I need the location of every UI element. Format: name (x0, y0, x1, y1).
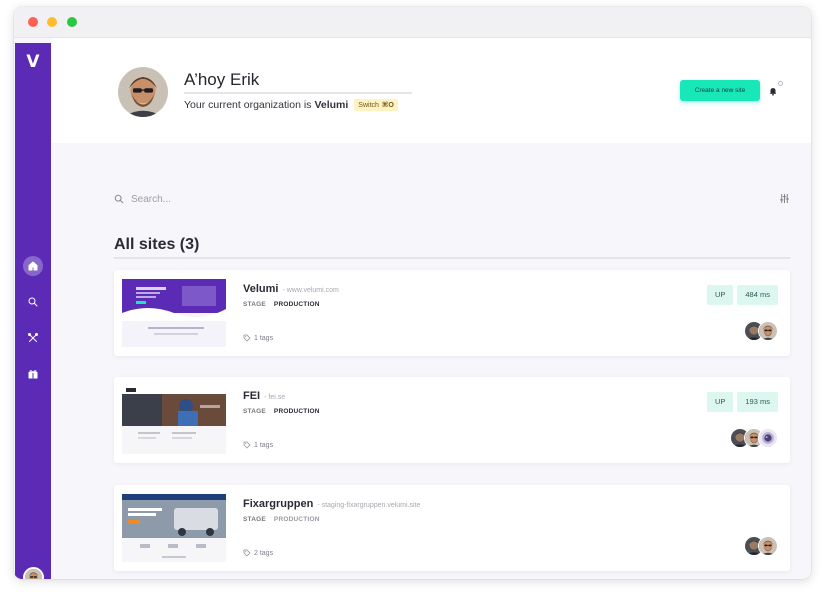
sidebar-item-tools[interactable] (23, 328, 43, 348)
status-badge: UP (706, 285, 734, 305)
site-card[interactable]: FEI - fei.se STAGE PRODUCTION 1 tags UP 19… (114, 377, 790, 463)
window-titlebar (14, 7, 811, 38)
tag-icon (243, 334, 251, 342)
site-card[interactable]: Velumi - www.velumi.com STAGE PRODUCTION 1… (114, 270, 790, 356)
tags-count: 1 tags (254, 441, 274, 449)
bell-icon[interactable] (768, 86, 778, 96)
home-icon (28, 261, 38, 271)
site-name[interactable]: Velumi - www.velumi.com (243, 283, 339, 295)
environment-links: STAGE PRODUCTION (243, 516, 328, 523)
response-time-badge: 484 ms (737, 285, 778, 305)
tools-icon (28, 333, 38, 342)
production-link[interactable]: PRODUCTION (274, 408, 320, 415)
production-link[interactable]: PRODUCTION (274, 516, 320, 523)
production-link[interactable]: PRODUCTION (274, 301, 320, 308)
site-status: UP 193 ms (703, 392, 778, 412)
sites-section-title: All sites (3) (114, 236, 200, 253)
search-input[interactable] (131, 192, 691, 206)
site-tags[interactable]: 1 tags (243, 441, 273, 449)
sidebar-item-home[interactable] (23, 256, 43, 276)
site-url[interactable]: - staging-fixargruppen.velumi.site (317, 502, 420, 509)
sidebar-item-gift[interactable] (23, 364, 43, 384)
stage-link[interactable]: STAGE (243, 301, 266, 308)
site-status: UP 484 ms (703, 285, 778, 305)
site-url[interactable]: - fei.se (264, 394, 285, 401)
site-url[interactable]: - www.velumi.com (282, 287, 338, 294)
velumi-logo[interactable]: V (15, 52, 51, 72)
sidebar-user-avatar[interactable] (23, 567, 44, 579)
section-divider (114, 257, 790, 259)
organization-prefix: Your current organization is (184, 99, 312, 111)
sidebar: V (15, 43, 51, 579)
tag-icon (243, 549, 251, 557)
minimize-window-button[interactable] (47, 17, 57, 27)
site-tags[interactable]: 1 tags (243, 334, 273, 342)
organization-line: Your current organization is Velumi Swit… (184, 99, 398, 111)
environment-links: STAGE PRODUCTION (243, 408, 320, 415)
user-avatar[interactable] (118, 67, 168, 117)
filter-sliders-icon[interactable] (779, 193, 790, 204)
tag-icon (243, 441, 251, 449)
switch-shortcut: ⌘O (381, 102, 394, 109)
collaborator-avatar[interactable] (758, 536, 778, 556)
collaborator-avatar[interactable] (758, 428, 778, 448)
environment-links: STAGE PRODUCTION (243, 301, 320, 308)
sidebar-item-search[interactable] (23, 292, 43, 312)
collaborator-avatars (744, 321, 778, 341)
notification-indicator (778, 81, 783, 86)
search-bar (114, 192, 790, 208)
site-card[interactable]: Fixargruppen - staging-fixargruppen.velum… (114, 485, 790, 571)
close-window-button[interactable] (28, 17, 38, 27)
search-icon (28, 297, 38, 307)
stage-link[interactable]: STAGE (243, 516, 266, 523)
response-time-badge: 193 ms (737, 392, 778, 412)
tags-count: 2 tags (254, 549, 274, 557)
gift-icon (28, 370, 38, 379)
site-thumbnail[interactable] (122, 386, 226, 454)
switch-label: Switch (358, 102, 379, 109)
page-header: A’hoy Erik Your current organization is … (52, 38, 811, 143)
site-name[interactable]: Fixargruppen - staging-fixargruppen.velum… (243, 498, 420, 510)
collaborator-avatars (744, 536, 778, 556)
collaborator-avatar[interactable] (758, 321, 778, 341)
app-window: V A’hoy Erik Your current organization i… (14, 7, 811, 579)
tags-count: 1 tags (254, 334, 274, 342)
organization-name: Velumi (314, 99, 349, 111)
stage-link[interactable]: STAGE (243, 408, 266, 415)
greeting-title: A’hoy Erik (184, 70, 412, 94)
site-tags[interactable]: 2 tags (243, 549, 273, 557)
search-icon (114, 194, 124, 204)
site-thumbnail[interactable] (122, 494, 226, 562)
collaborator-avatars (730, 428, 778, 448)
status-badge: UP (706, 392, 734, 412)
maximize-window-button[interactable] (67, 17, 77, 27)
create-new-site-button[interactable]: Create a new site (680, 80, 760, 101)
site-thumbnail[interactable] (122, 279, 226, 347)
switch-organization-button[interactable]: Switch ⌘O (354, 99, 398, 111)
site-name[interactable]: FEI - fei.se (243, 390, 285, 402)
